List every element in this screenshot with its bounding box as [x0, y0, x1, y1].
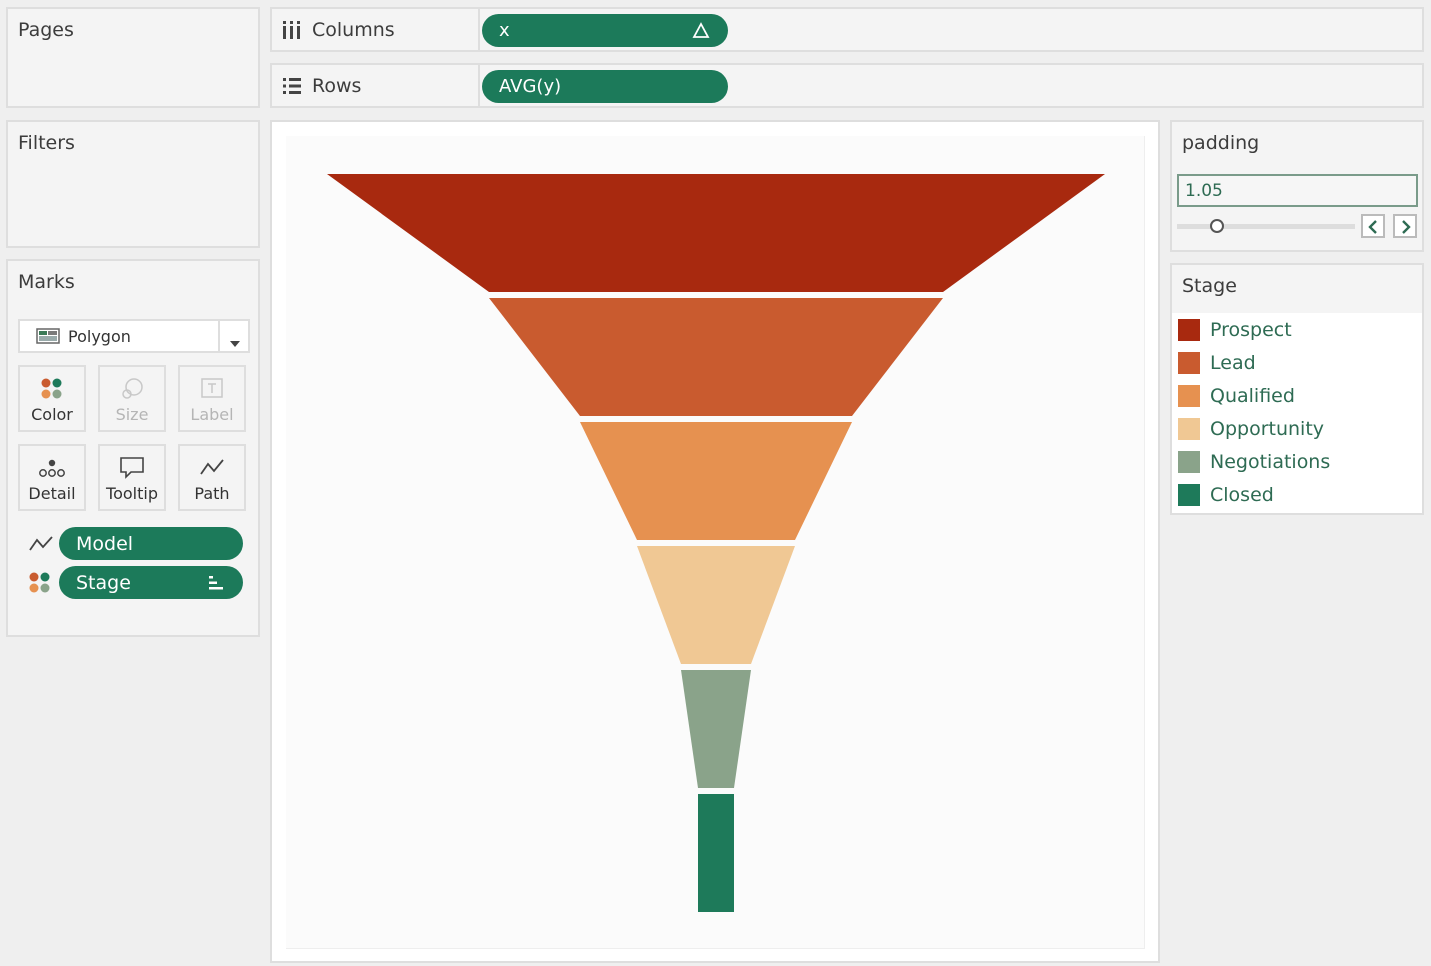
slider-decrement-button[interactable]: [1361, 214, 1385, 238]
polygon-icon: [36, 328, 60, 348]
padding-value: 1.05: [1185, 181, 1223, 201]
legend-label: Negotiations: [1210, 451, 1331, 473]
detail-card[interactable]: Detail: [18, 444, 86, 511]
funnel-chart: [327, 174, 1105, 912]
label-card-label: Label: [190, 405, 234, 424]
legend-item-lead[interactable]: Lead: [1178, 351, 1256, 375]
chevron-left-icon: [1368, 219, 1378, 238]
filters-title: Filters: [18, 132, 75, 154]
mark-type-label: Polygon: [68, 327, 131, 346]
legend-item-opportunity[interactable]: Opportunity: [1178, 417, 1324, 441]
columns-shelf-label: Columns: [272, 9, 480, 50]
chart-view[interactable]: [270, 120, 1160, 963]
path-icon: [28, 534, 54, 558]
chevron-right-icon: [1401, 219, 1411, 238]
label-card[interactable]: Label: [178, 365, 246, 432]
legend-swatch: [1178, 319, 1200, 341]
rows-pill-label: AVG(y): [499, 76, 562, 97]
legend-swatch: [1178, 484, 1200, 506]
filters-panel[interactable]: Filters: [6, 120, 260, 248]
padding-value-input[interactable]: 1.05: [1177, 174, 1418, 207]
legend-swatch: [1178, 418, 1200, 440]
chevron-down-icon[interactable]: [229, 333, 241, 352]
size-card[interactable]: Size: [98, 365, 166, 432]
pages-panel: Pages: [6, 7, 260, 108]
funnel-segment-qualified[interactable]: [580, 422, 852, 540]
marks-panel: Marks Polygon Color Size Label Detail To…: [6, 259, 260, 637]
slider-track: [1177, 224, 1355, 229]
columns-shelf[interactable]: Columns x: [270, 7, 1424, 52]
columns-pill-label: x: [499, 20, 510, 41]
stage-pill[interactable]: Stage: [59, 566, 243, 599]
sort-icon: [207, 574, 225, 597]
rows-shelf[interactable]: Rows AVG(y): [270, 63, 1424, 108]
tooltip-card[interactable]: Tooltip: [98, 444, 166, 511]
funnel-segment-lead[interactable]: [489, 298, 943, 416]
stage-legend: Stage Prospect Lead Qualified Opportunit…: [1170, 263, 1424, 515]
label-icon: [180, 377, 244, 401]
legend-title: Stage: [1182, 275, 1237, 297]
funnel-segment-closed[interactable]: [698, 794, 734, 912]
size-icon: [100, 377, 164, 401]
legend-item-closed[interactable]: Closed: [1178, 483, 1274, 507]
legend-item-negotiations[interactable]: Negotiations: [1178, 450, 1330, 474]
funnel-segment-negotiations[interactable]: [681, 670, 751, 788]
tooltip-icon: [100, 456, 164, 480]
rows-shelf-label: Rows: [272, 65, 480, 106]
slider-thumb[interactable]: [1209, 219, 1224, 233]
padding-parameter: padding 1.05: [1170, 120, 1424, 252]
detail-card-label: Detail: [28, 484, 76, 503]
marks-title: Marks: [18, 271, 75, 293]
color-card-label: Color: [31, 405, 73, 424]
legend-item-qualified[interactable]: Qualified: [1178, 384, 1295, 408]
rows-icon: [282, 76, 302, 96]
legend-swatch: [1178, 385, 1200, 407]
parameter-title: padding: [1182, 132, 1260, 154]
legend-label: Closed: [1210, 484, 1274, 506]
funnel-segment-opportunity[interactable]: [637, 546, 795, 664]
stage-pill-label: Stage: [76, 571, 131, 594]
model-pill-label: Model: [76, 532, 134, 555]
funnel-segment-prospect[interactable]: [327, 174, 1105, 292]
color-dots-icon: [28, 571, 52, 599]
path-card[interactable]: Path: [178, 444, 246, 511]
legend-item-prospect[interactable]: Prospect: [1178, 318, 1292, 342]
delta-icon: [692, 22, 710, 44]
rows-label: Rows: [312, 74, 362, 97]
columns-icon: [282, 20, 302, 40]
size-card-label: Size: [115, 405, 149, 424]
detail-icon: [20, 456, 84, 480]
legend-swatch: [1178, 352, 1200, 374]
mark-type-dropdown[interactable]: Polygon: [18, 319, 250, 353]
legend-label: Qualified: [1210, 385, 1295, 407]
path-icon: [180, 456, 244, 480]
legend-label: Opportunity: [1210, 418, 1325, 440]
color-card[interactable]: Color: [18, 365, 86, 432]
tooltip-card-label: Tooltip: [106, 484, 158, 503]
padding-slider[interactable]: [1177, 219, 1355, 235]
path-card-label: Path: [194, 484, 230, 503]
legend-label: Lead: [1210, 352, 1256, 374]
rows-avg-y-pill[interactable]: AVG(y): [482, 70, 728, 103]
dropdown-divider: [218, 321, 220, 351]
model-pill[interactable]: Model: [59, 527, 243, 560]
legend-swatch: [1178, 451, 1200, 473]
columns-x-pill[interactable]: x: [482, 14, 728, 47]
columns-label: Columns: [312, 18, 395, 41]
legend-label: Prospect: [1210, 319, 1292, 341]
slider-increment-button[interactable]: [1393, 214, 1417, 238]
color-dots-icon: [20, 377, 84, 401]
pages-title: Pages: [18, 19, 74, 41]
